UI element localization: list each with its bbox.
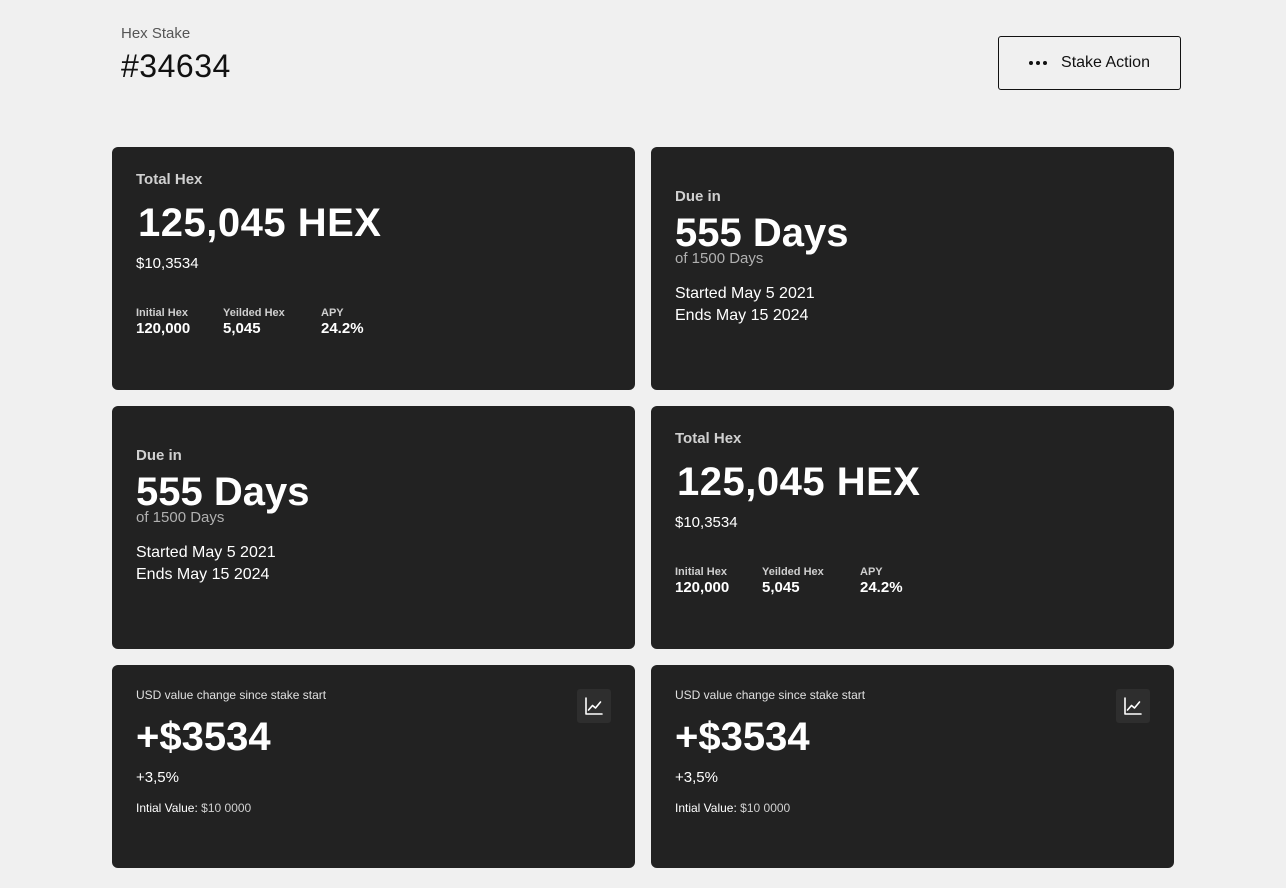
due-days: 555 Days — [136, 470, 310, 514]
stat-yielded-hex: Yeilded Hex 5,045 — [223, 306, 321, 338]
total-hex-label: Total Hex — [136, 171, 203, 188]
due-days: 555 Days — [675, 211, 849, 255]
stake-dates: Started May 5 2021 Ends May 15 2024 — [136, 542, 276, 586]
usd-change-label: USD value change since stake start — [136, 688, 327, 702]
started-date: Started May 5 2021 — [136, 544, 276, 561]
stat-value: 5,045 — [223, 320, 261, 337]
total-hex-amount: 125,045 HEX — [677, 460, 921, 504]
total-hex-card: Total Hex 125,045 HEX $10,3534 Initial H… — [651, 406, 1174, 649]
stat-value: 24.2% — [321, 320, 364, 337]
stat-initial-hex: Initial Hex 120,000 — [675, 565, 762, 597]
initial-value-amount: $10 0000 — [201, 801, 252, 815]
ends-date: Ends May 15 2024 — [675, 307, 809, 324]
usd-change-label: USD value change since stake start — [675, 688, 866, 702]
usd-change-card: USD value change since stake start +$353… — [651, 665, 1174, 868]
stat-value: 5,045 — [762, 579, 800, 596]
total-hex-card: Total Hex 125,045 HEX $10,3534 Initial H… — [112, 147, 635, 390]
line-chart-icon[interactable] — [577, 689, 611, 723]
due-of-days: of 1500 Days — [675, 250, 764, 267]
stat-value: 24.2% — [860, 579, 903, 596]
hex-stats: Initial Hex 120,000 Yeilded Hex 5,045 AP… — [675, 565, 903, 597]
total-hex-usd: $10,3534 — [675, 514, 738, 531]
stake-action-label: Stake Action — [1061, 54, 1150, 71]
stat-value: 120,000 — [675, 579, 730, 596]
due-in-card: Due in 555 Days of 1500 Days Started May… — [112, 406, 635, 649]
stat-label: Yeilded Hex — [762, 566, 824, 578]
initial-value-amount: $10 0000 — [740, 801, 791, 815]
total-hex-label: Total Hex — [675, 430, 742, 447]
stat-value: 120,000 — [136, 320, 191, 337]
started-date: Started May 5 2021 — [675, 285, 815, 302]
initial-value: Intial Value: $10 0000 — [675, 801, 790, 815]
stat-label: Yeilded Hex — [223, 307, 285, 319]
more-dots-icon — [1029, 61, 1048, 65]
due-of-days: of 1500 Days — [136, 509, 225, 526]
ends-date: Ends May 15 2024 — [136, 566, 270, 583]
total-hex-amount: 125,045 HEX — [138, 201, 382, 245]
stake-dates: Started May 5 2021 Ends May 15 2024 — [675, 283, 815, 327]
initial-value-label: Intial Value: — [675, 801, 737, 815]
initial-value: Intial Value: $10 0000 — [136, 801, 251, 815]
initial-value-label: Intial Value: — [136, 801, 198, 815]
stake-action-button[interactable]: Stake Action — [998, 36, 1181, 90]
line-chart-icon[interactable] — [1116, 689, 1150, 723]
stat-label: Initial Hex — [136, 307, 188, 319]
usd-change-percent: +3,5% — [675, 769, 718, 786]
page-header: Hex Stake #34634 — [121, 24, 231, 86]
stat-apy: APY 24.2% — [321, 306, 364, 338]
stat-label: APY — [321, 307, 344, 319]
usd-change-value: +$3534 — [675, 715, 810, 759]
stat-label: Initial Hex — [675, 566, 727, 578]
stat-initial-hex: Initial Hex 120,000 — [136, 306, 223, 338]
stat-apy: APY 24.2% — [860, 565, 903, 597]
usd-change-card: USD value change since stake start +$353… — [112, 665, 635, 868]
hex-stats: Initial Hex 120,000 Yeilded Hex 5,045 AP… — [136, 306, 364, 338]
stat-yielded-hex: Yeilded Hex 5,045 — [762, 565, 860, 597]
total-hex-usd: $10,3534 — [136, 255, 199, 272]
stat-label: APY — [860, 566, 883, 578]
due-in-label: Due in — [675, 188, 721, 205]
due-in-label: Due in — [136, 447, 182, 464]
page-title: #34634 — [121, 48, 231, 84]
due-in-card: Due in 555 Days of 1500 Days Started May… — [651, 147, 1174, 390]
page-subtitle: Hex Stake — [121, 25, 191, 42]
usd-change-percent: +3,5% — [136, 769, 179, 786]
usd-change-value: +$3534 — [136, 715, 271, 759]
